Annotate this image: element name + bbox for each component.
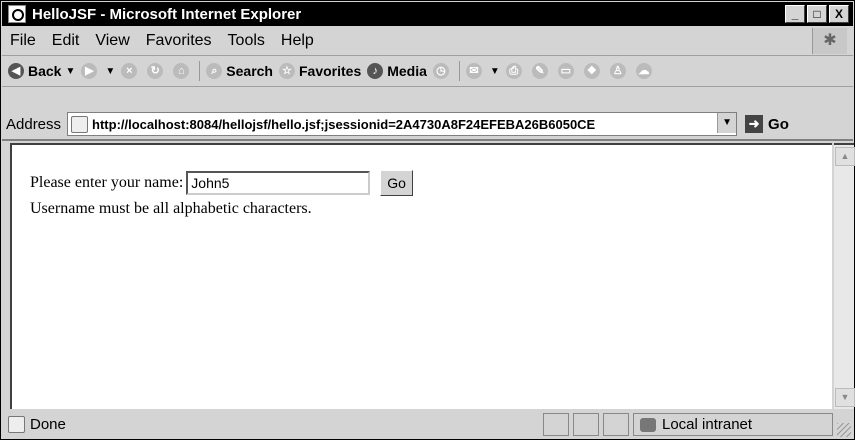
back-arrow-icon: ◀ bbox=[8, 63, 24, 79]
search-icon: ⌕ bbox=[206, 63, 223, 79]
page-done-icon bbox=[8, 416, 25, 433]
scroll-up-icon[interactable]: ▲ bbox=[835, 147, 855, 166]
media-label: Media bbox=[387, 63, 427, 79]
discuss-icon: ▭ bbox=[557, 63, 574, 79]
toolbar-separator bbox=[458, 61, 460, 81]
print-icon: ⎙ bbox=[505, 63, 522, 79]
star-icon: ☆ bbox=[278, 63, 295, 79]
resize-grip-icon[interactable] bbox=[837, 423, 851, 437]
media-button[interactable]: ♪ Media bbox=[367, 63, 427, 79]
menu-view[interactable]: View bbox=[87, 32, 137, 50]
page-icon bbox=[71, 115, 89, 133]
go-label: Go bbox=[768, 115, 789, 133]
page-content: Please enter your name: Go Username must… bbox=[10, 143, 832, 409]
status-bar: Done Local intranet bbox=[2, 410, 853, 439]
window-controls: _ □ X bbox=[785, 5, 849, 23]
menu-file[interactable]: File bbox=[2, 32, 44, 50]
research-icon: ❖ bbox=[583, 63, 600, 79]
stop-icon: × bbox=[121, 63, 138, 79]
status-panes: Local intranet bbox=[539, 413, 833, 436]
zone-label: Local intranet bbox=[662, 416, 753, 433]
history-button[interactable]: ◷ bbox=[432, 63, 453, 79]
vertical-scrollbar[interactable]: ▲ ▼ bbox=[834, 143, 855, 409]
status-text: Done bbox=[30, 416, 66, 433]
status-pane bbox=[603, 413, 629, 436]
scroll-down-icon[interactable]: ▼ bbox=[835, 388, 855, 407]
messenger-icon: ♙ bbox=[609, 63, 626, 79]
discuss-button[interactable]: ▭ bbox=[557, 63, 578, 79]
minimize-button[interactable]: _ bbox=[785, 5, 805, 23]
chat-button[interactable]: ☁ bbox=[635, 63, 656, 79]
media-icon: ♪ bbox=[367, 63, 384, 79]
search-button[interactable]: ⌕ Search bbox=[206, 63, 273, 79]
refresh-icon: ↻ bbox=[147, 63, 164, 79]
home-button[interactable]: ⌂ bbox=[173, 63, 193, 79]
refresh-button[interactable]: ↻ bbox=[147, 63, 167, 79]
name-input[interactable] bbox=[186, 171, 371, 195]
edit-button[interactable]: ✎ bbox=[531, 63, 552, 79]
back-dropdown-icon[interactable]: ▼ bbox=[65, 66, 75, 77]
title-bar[interactable]: HelloJSF - Microsoft Internet Explorer _… bbox=[2, 2, 853, 26]
security-zone: Local intranet bbox=[633, 413, 833, 436]
back-button[interactable]: ◀ Back ▼ bbox=[8, 63, 75, 79]
research-button[interactable]: ❖ bbox=[583, 63, 604, 79]
windows-logo-icon: ✱ bbox=[812, 28, 847, 54]
window-title: HelloJSF - Microsoft Internet Explorer bbox=[32, 5, 302, 23]
address-bar: Address http://localhost:8084/hellojsf/h… bbox=[2, 109, 853, 141]
edit-icon: ✎ bbox=[531, 63, 548, 79]
search-label: Search bbox=[226, 63, 273, 79]
validation-message: Username must be all alphabetic characte… bbox=[30, 200, 312, 217]
close-button[interactable]: X bbox=[829, 5, 849, 23]
stop-button[interactable]: × bbox=[121, 63, 141, 79]
browser-window: HelloJSF - Microsoft Internet Explorer _… bbox=[0, 0, 855, 440]
ie-app-icon[interactable] bbox=[8, 5, 26, 23]
name-prompt: Please enter your name: bbox=[30, 174, 184, 191]
forward-button[interactable]: ▶ ▼ bbox=[81, 63, 115, 79]
maximize-button[interactable]: □ bbox=[807, 5, 827, 23]
address-go-button[interactable]: ➜ Go bbox=[745, 115, 789, 133]
forward-arrow-icon: ▶ bbox=[81, 63, 98, 79]
mail-dropdown-icon[interactable]: ▼ bbox=[490, 66, 500, 77]
favorites-label: Favorites bbox=[298, 63, 362, 79]
menu-bar: File Edit View Favorites Tools Help ✱ bbox=[2, 27, 853, 56]
chat-icon: ☁ bbox=[635, 63, 652, 79]
favorites-button[interactable]: ☆ Favorites bbox=[278, 63, 362, 79]
menu-favorites[interactable]: Favorites bbox=[138, 32, 220, 50]
name-row: Please enter your name: Go bbox=[30, 170, 413, 196]
go-arrow-icon: ➜ bbox=[745, 115, 764, 133]
name-form: Please enter your name: Go Username must… bbox=[30, 170, 413, 218]
status-pane bbox=[573, 413, 599, 436]
mail-icon: ✉ bbox=[465, 63, 482, 79]
home-icon: ⌂ bbox=[173, 63, 190, 79]
toolbar-separator bbox=[199, 61, 201, 81]
standard-toolbar: ◀ Back ▼ ▶ ▼ × ↻ ⌂ ⌕ Search ☆ Favorites ♪ Medi… bbox=[2, 56, 853, 87]
intranet-icon bbox=[640, 417, 656, 432]
back-label: Back bbox=[28, 63, 62, 79]
submit-button[interactable]: Go bbox=[380, 170, 413, 196]
address-url[interactable]: http://localhost:8084/hellojsf/hello.jsf… bbox=[92, 117, 712, 132]
address-label: Address bbox=[6, 115, 62, 133]
menu-help[interactable]: Help bbox=[273, 32, 322, 50]
messenger-button[interactable]: ♙ bbox=[609, 63, 630, 79]
menu-tools[interactable]: Tools bbox=[220, 32, 273, 50]
status-pane bbox=[543, 413, 569, 436]
address-input[interactable]: http://localhost:8084/hellojsf/hello.jsf… bbox=[67, 112, 738, 136]
mail-button[interactable]: ✉ ▼ bbox=[465, 63, 500, 79]
menu-edit[interactable]: Edit bbox=[44, 32, 88, 50]
forward-dropdown-icon[interactable]: ▼ bbox=[105, 66, 115, 77]
history-icon: ◷ bbox=[432, 63, 449, 79]
address-dropdown-icon[interactable]: ▼ bbox=[717, 113, 737, 133]
print-button[interactable]: ⎙ bbox=[505, 63, 526, 79]
